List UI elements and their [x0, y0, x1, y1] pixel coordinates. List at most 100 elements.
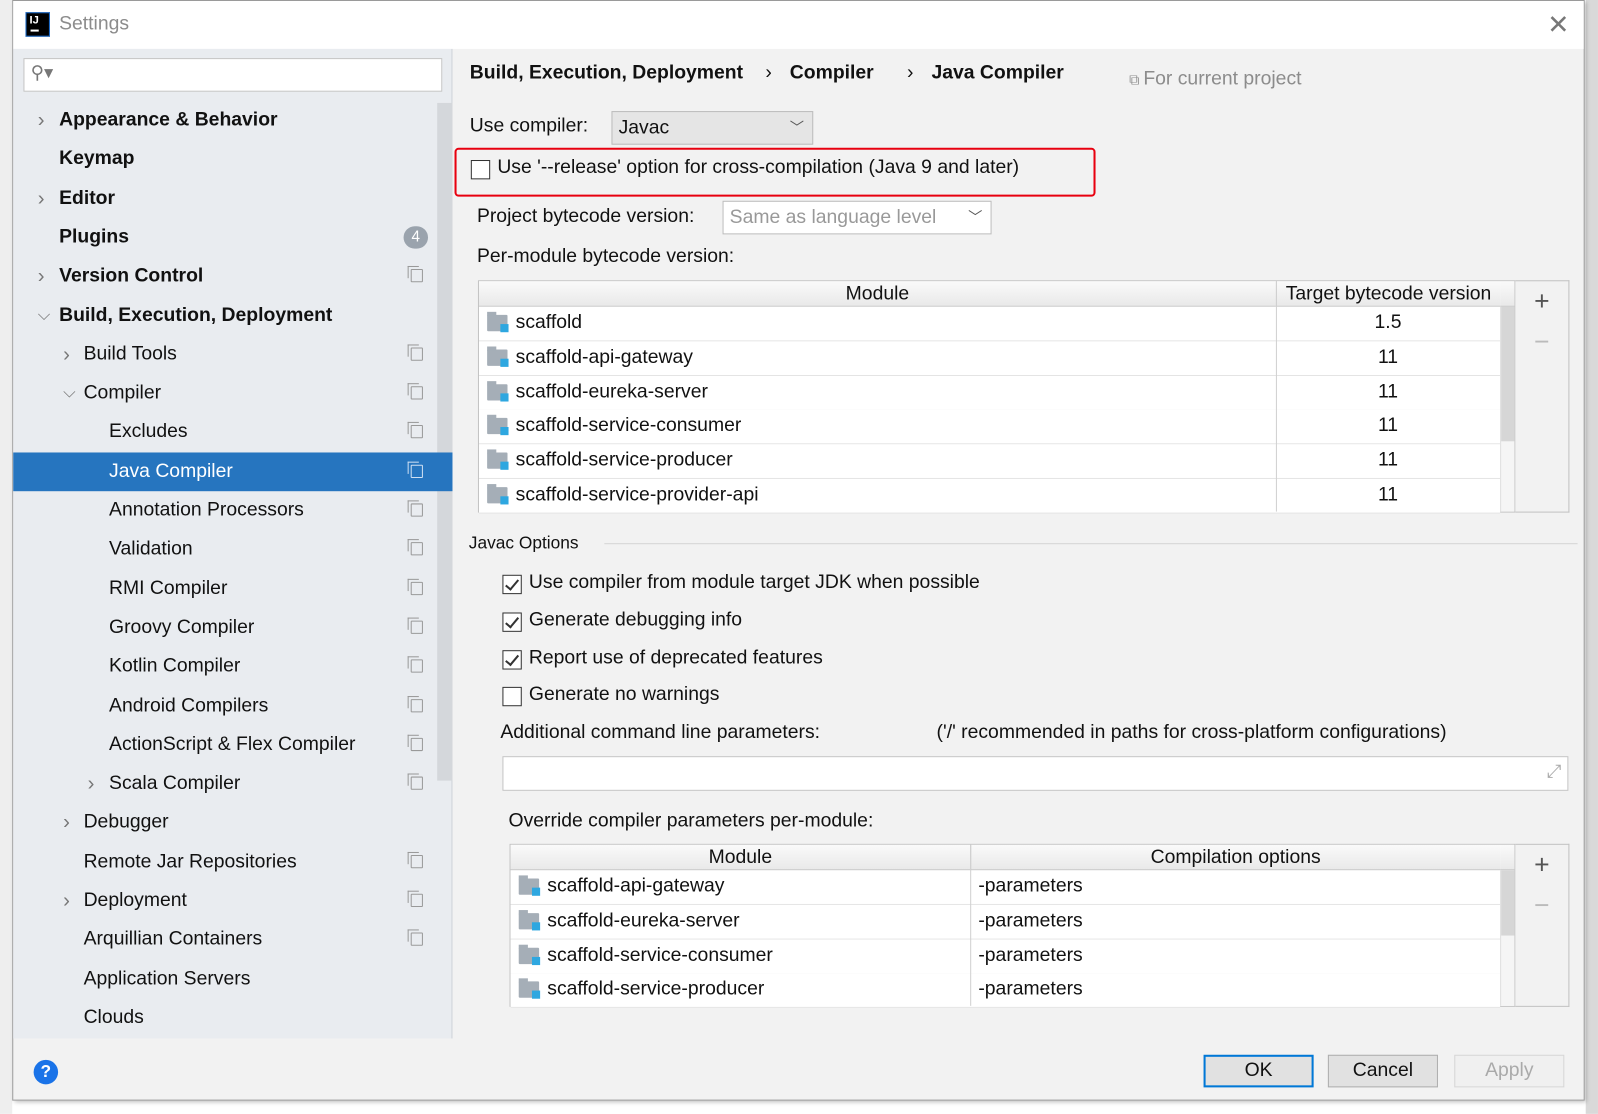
chevron-right-icon[interactable]: › [63, 803, 70, 842]
sidebar-item[interactable]: ⌵ Compiler [13, 374, 452, 413]
column-header[interactable]: Module [478, 281, 1276, 307]
table-row[interactable]: scaffold-api-gateway 11 [478, 341, 1501, 376]
sidebar-item[interactable]: Annotation Processors [13, 491, 452, 530]
sidebar-item[interactable]: Remote Jar Repositories [13, 842, 452, 881]
settings-sidebar: ⚲▾ › Appearance & Behavior Keymap › Editor Pl… [13, 48, 453, 1039]
chevron-right-icon[interactable]: › [38, 101, 45, 140]
chevron-right-icon[interactable]: › [63, 882, 70, 921]
column-header[interactable]: Compilation options [970, 844, 1501, 871]
help-icon[interactable]: ? [33, 1059, 59, 1085]
release-option-label: Use '--release' option for cross-compila… [497, 156, 1020, 179]
bytecode-version-select[interactable]: Same as language level ﹀ [722, 200, 992, 235]
release-option-checkbox[interactable] [470, 159, 491, 180]
close-icon[interactable]: ✕ [1547, 11, 1569, 37]
sidebar-item[interactable]: ⌵ Build, Execution, Deployment [13, 296, 452, 335]
sidebar-item-label: Deployment [83, 889, 187, 912]
option-checkbox[interactable] [502, 687, 522, 707]
settings-search-input[interactable]: ⚲▾ [23, 58, 443, 92]
compilation-options[interactable]: -parameters [970, 974, 1082, 1007]
chevron-right-icon[interactable]: › [63, 335, 70, 374]
table-row[interactable]: scaffold-service-consumer -parameters [510, 939, 1501, 974]
target-bytecode-version[interactable]: 11 [1276, 479, 1500, 512]
table-row[interactable]: scaffold-eureka-server -parameters [510, 904, 1501, 940]
table-scrollbar[interactable] [1500, 870, 1515, 1006]
sidebar-item[interactable]: › Version Control [13, 257, 452, 296]
sidebar-item[interactable]: Excludes [13, 413, 452, 452]
sidebar-item[interactable]: Keymap [13, 140, 452, 179]
add-icon[interactable]: + [1515, 285, 1568, 317]
breadcrumb-item[interactable]: Compiler [790, 62, 874, 84]
option-checkbox[interactable] [502, 649, 522, 670]
target-bytecode-version[interactable]: 11 [1276, 410, 1500, 443]
table-row[interactable]: scaffold-service-producer -parameters [510, 973, 1501, 1009]
option-checkbox[interactable] [502, 612, 522, 632]
sidebar-item[interactable]: ActionScript & Flex Compiler [13, 725, 452, 764]
sidebar-item[interactable]: Java Compiler [13, 452, 453, 491]
sidebar-item-label: Keymap [59, 148, 135, 170]
chevron-right-icon[interactable]: › [38, 257, 45, 296]
project-scope-icon [407, 773, 423, 790]
additional-params-input[interactable]: ⤢ [502, 756, 1569, 791]
table-row[interactable]: scaffold-api-gateway -parameters [510, 870, 1501, 905]
sidebar-item[interactable]: Plugins 4 [13, 218, 452, 257]
table-row[interactable]: scaffold-service-consumer 11 [478, 410, 1501, 445]
compiler-select[interactable]: Javac ﹀ [611, 111, 814, 145]
compilation-options[interactable]: -parameters [970, 870, 1082, 903]
module-folder-icon [487, 484, 509, 505]
sidebar-item[interactable]: Validation [13, 530, 452, 569]
project-scope-icon [407, 461, 423, 478]
sidebar-item[interactable]: Android Compilers [13, 686, 452, 725]
sidebar-item-label: Compiler [83, 382, 162, 404]
scope-label: ⧉ For current project [1129, 68, 1302, 90]
project-scope-icon [407, 383, 423, 400]
module-folder-icon [518, 944, 541, 965]
table-row[interactable]: scaffold-eureka-server 11 [478, 375, 1501, 411]
expand-icon[interactable]: ⤢ [1547, 761, 1562, 782]
sidebar-item[interactable]: Kotlin Compiler [13, 647, 452, 686]
sidebar-item[interactable]: RMI Compiler [13, 569, 452, 608]
ok-button[interactable]: OK [1203, 1054, 1314, 1088]
sidebar-item[interactable]: › Editor [13, 179, 452, 218]
breadcrumb-item[interactable]: Java Compiler [931, 62, 1063, 84]
table-row[interactable]: scaffold 1.5 [478, 306, 1501, 342]
scrollbar-thumb[interactable] [1501, 870, 1515, 936]
option-checkbox[interactable] [502, 574, 522, 595]
add-icon[interactable]: + [1515, 849, 1568, 881]
chevron-right-icon[interactable]: › [88, 764, 95, 803]
chevron-down-icon[interactable]: ⌵ [38, 296, 50, 335]
table-row[interactable]: scaffold-service-producer 11 [478, 444, 1501, 480]
target-bytecode-version[interactable]: 11 [1276, 376, 1500, 409]
sidebar-item-label: Clouds [83, 1006, 144, 1029]
compilation-options[interactable]: -parameters [970, 905, 1082, 938]
sidebar-item[interactable]: Clouds [13, 999, 452, 1038]
module-folder-icon [518, 978, 541, 1000]
sidebar-item[interactable]: › Scala Compiler [13, 764, 452, 803]
target-bytecode-version[interactable]: 11 [1276, 341, 1500, 374]
override-label: Override compiler parameters per-module: [508, 810, 874, 832]
chevron-down-icon[interactable]: ⌵ [63, 374, 75, 413]
sidebar-item[interactable]: › Deployment [13, 882, 452, 921]
breadcrumb-item[interactable]: Build, Execution, Deployment [470, 62, 743, 84]
sidebar-item[interactable]: Arquillian Containers [13, 921, 452, 960]
sidebar-item-label: Java Compiler [109, 460, 233, 482]
sidebar-item[interactable]: › Debugger [13, 803, 452, 842]
table-row[interactable]: scaffold-service-provider-api 11 [478, 478, 1501, 514]
target-bytecode-version[interactable]: 11 [1276, 445, 1500, 478]
sidebar-item[interactable]: Groovy Compiler [13, 608, 452, 647]
background-window-strip [1585, 0, 1598, 1114]
apply-button[interactable]: Apply [1454, 1054, 1565, 1088]
remove-icon[interactable]: − [1515, 890, 1568, 922]
compilation-options[interactable]: -parameters [970, 939, 1082, 972]
remove-icon[interactable]: − [1515, 326, 1568, 358]
target-bytecode-version[interactable]: 1.5 [1276, 307, 1500, 340]
window-title: Settings [59, 13, 130, 35]
sidebar-item[interactable]: Application Servers [13, 960, 452, 999]
column-header[interactable]: Target bytecode version [1275, 281, 1501, 307]
column-header[interactable]: Module [510, 844, 971, 871]
chevron-right-icon[interactable]: › [38, 179, 45, 218]
table-scrollbar[interactable] [1500, 306, 1515, 512]
sidebar-item[interactable]: › Build Tools [13, 335, 452, 374]
sidebar-item[interactable]: › Appearance & Behavior [13, 101, 452, 140]
cancel-button[interactable]: Cancel [1327, 1054, 1438, 1088]
scrollbar-thumb[interactable] [1501, 306, 1515, 442]
